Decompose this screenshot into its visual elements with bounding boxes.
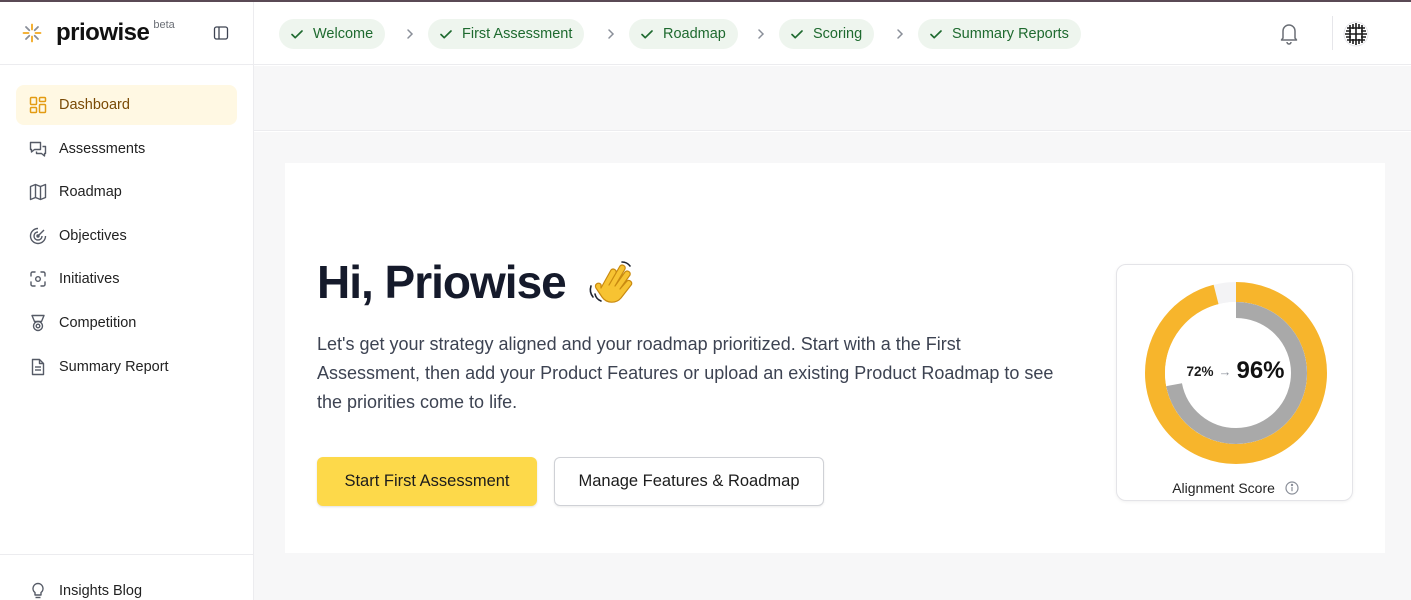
focus-icon: [28, 269, 48, 289]
brand-header: priowise beta: [0, 2, 253, 65]
sidebar-item-label: Roadmap: [59, 184, 122, 201]
onboarding-stepper: [254, 66, 1411, 131]
grid-icon: [28, 95, 48, 115]
sidebar-item-summary-report[interactable]: Summary Report: [16, 347, 237, 387]
sidebar-nav: Dashboard Assessments Roadmap Objectives…: [0, 65, 253, 387]
manage-features-roadmap-button[interactable]: Manage Features & Roadmap: [554, 457, 824, 506]
sidebar-footer: Insights Blog: [0, 554, 253, 600]
step-label: First Assessment: [462, 26, 573, 42]
map-icon: [28, 182, 48, 202]
check-icon: [641, 30, 653, 39]
step-summary-reports[interactable]: Summary Reports: [918, 19, 1081, 49]
alignment-score-label-text: Alignment Score: [1172, 480, 1275, 496]
chevron-right-icon: [608, 29, 615, 39]
check-icon: [791, 30, 803, 39]
avatar[interactable]: [1343, 21, 1369, 47]
score-current: 96%: [1236, 357, 1285, 384]
check-icon: [930, 30, 942, 39]
sidebar-item-assessments[interactable]: Assessments: [16, 129, 237, 169]
step-scoring[interactable]: Scoring: [779, 19, 875, 49]
intro-text: Let's get your strategy aligned and your…: [317, 334, 1054, 412]
sidebar-item-dashboard[interactable]: Dashboard: [16, 85, 237, 125]
sidebar-item-insights-blog[interactable]: Insights Blog: [16, 571, 237, 600]
chat-bubbles-icon: [28, 139, 48, 159]
step-label: Scoring: [813, 26, 863, 42]
sidebar-item-objectives[interactable]: Objectives: [16, 216, 237, 256]
alignment-score-label: Alignment Score: [1117, 480, 1354, 496]
check-icon: [291, 30, 303, 39]
sidebar-toggle-icon[interactable]: [213, 25, 229, 41]
step-roadmap[interactable]: Roadmap: [629, 19, 738, 49]
sidebar-item-label: Competition: [59, 314, 137, 331]
brand-name: priowise: [56, 19, 150, 46]
beta-badge: beta: [153, 19, 175, 31]
alignment-score-card: 72% → 96% Alignment Score: [1116, 264, 1353, 501]
check-icon: [440, 30, 452, 39]
document-icon: [28, 357, 48, 377]
brand-logo-icon: [22, 23, 42, 43]
lightbulb-icon: [28, 581, 48, 600]
waving-hand-icon: [589, 261, 633, 303]
sidebar-item-initiatives[interactable]: Initiatives: [16, 259, 237, 299]
sidebar-item-label: Dashboard: [59, 97, 130, 113]
sidebar-item-label: Summary Report: [59, 358, 169, 375]
score-previous: 72%: [1186, 363, 1214, 379]
step-welcome[interactable]: Welcome: [279, 19, 386, 49]
step-label: Welcome: [313, 26, 374, 42]
sidebar-item-roadmap[interactable]: Roadmap: [16, 172, 237, 212]
medal-icon: [28, 313, 48, 333]
arrow-right-icon: →: [1218, 363, 1232, 379]
step-first-assessment[interactable]: First Assessment: [428, 19, 585, 49]
start-first-assessment-button[interactable]: Start First Assessment: [317, 457, 537, 506]
top-divider: [1332, 16, 1333, 50]
target-icon: [28, 226, 48, 246]
step-label: Roadmap: [663, 26, 726, 42]
info-icon[interactable]: [1285, 481, 1299, 495]
alignment-score-values: 72% → 96%: [1117, 356, 1354, 386]
sidebar-item-label: Assessments: [59, 140, 146, 157]
chevron-right-icon: [758, 29, 765, 39]
sidebar-item-label: Initiatives: [59, 271, 120, 288]
sidebar: priowise beta Dashboard Assessments Road…: [0, 2, 254, 600]
sidebar-item-label: Insights Blog: [59, 583, 143, 599]
chevron-right-icon: [897, 29, 904, 39]
bell-icon[interactable]: [1278, 21, 1300, 45]
chevron-right-icon: [407, 29, 414, 39]
sidebar-item-label: Objectives: [59, 227, 127, 244]
sidebar-item-competition[interactable]: Competition: [16, 303, 237, 343]
page-title: Hi, Priowise: [317, 256, 567, 308]
step-label: Summary Reports: [952, 26, 1069, 42]
